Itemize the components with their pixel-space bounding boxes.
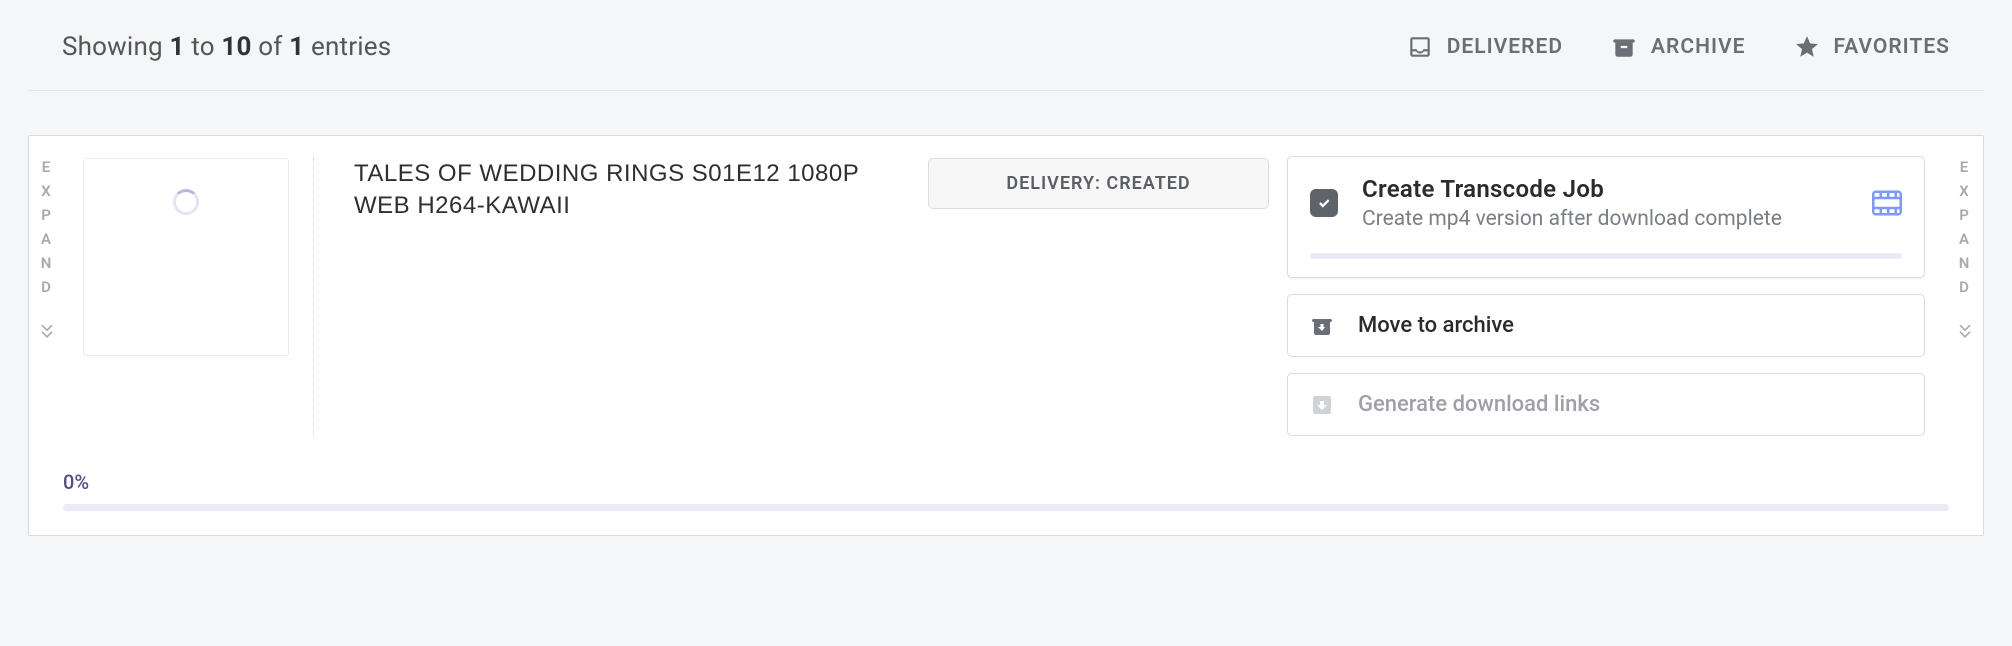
filter-delivered[interactable]: DELIVERED bbox=[1407, 34, 1563, 60]
showing-to-word: to bbox=[185, 32, 222, 62]
action-archive[interactable]: Move to archive bbox=[1287, 294, 1925, 357]
action-transcode-subtitle: Create mp4 version after download comple… bbox=[1362, 207, 1848, 231]
star-icon bbox=[1794, 34, 1820, 60]
filter-row: DELIVERED ARCHIVE FAVORITES bbox=[1407, 34, 1950, 60]
chevron-double-down-icon bbox=[37, 320, 57, 342]
filter-archive[interactable]: ARCHIVE bbox=[1611, 34, 1745, 60]
filter-archive-label: ARCHIVE bbox=[1651, 35, 1745, 59]
archive-icon bbox=[1611, 34, 1637, 60]
download-icon bbox=[1310, 393, 1334, 417]
progress-percent: 0% bbox=[63, 470, 1949, 494]
showing-from: 1 bbox=[169, 32, 184, 62]
top-bar: Showing 1 to 10 of 1 entries DELIVERED A… bbox=[28, 24, 1984, 91]
filter-delivered-label: DELIVERED bbox=[1447, 35, 1563, 59]
showing-total: 1 bbox=[289, 32, 304, 62]
showing-of-word: of bbox=[252, 32, 290, 62]
action-transcode-title: Create Transcode Job bbox=[1362, 175, 1848, 203]
filter-favorites[interactable]: FAVORITES bbox=[1794, 34, 1951, 60]
expand-right[interactable]: E X P A N D bbox=[1947, 136, 1983, 342]
progress-bar bbox=[63, 504, 1949, 511]
action-downloads-label: Generate download links bbox=[1358, 392, 1600, 417]
action-archive-label: Move to archive bbox=[1358, 313, 1514, 338]
status-badge: DELIVERY: CREATED bbox=[928, 158, 1269, 209]
delivery-card: E X P A N D TALES OF WEDDING RINGS S01E1… bbox=[28, 135, 1984, 536]
archive-box-icon bbox=[1310, 314, 1334, 338]
action-transcode[interactable]: Create Transcode Job Create mp4 version … bbox=[1287, 156, 1925, 278]
entries-summary: Showing 1 to 10 of 1 entries bbox=[62, 32, 391, 62]
actions-panel: Create Transcode Job Create mp4 version … bbox=[1287, 136, 1947, 458]
expand-left[interactable]: E X P A N D bbox=[29, 136, 65, 342]
showing-suffix: entries bbox=[304, 32, 391, 62]
chevron-double-down-icon bbox=[1955, 320, 1975, 342]
loading-spinner-icon bbox=[173, 189, 199, 215]
item-title: TALES OF WEDDING RINGS S01E12 1080P WEB … bbox=[354, 158, 884, 223]
checkbox-checked-icon[interactable] bbox=[1310, 189, 1338, 217]
showing-to: 10 bbox=[221, 32, 251, 62]
filter-favorites-label: FAVORITES bbox=[1834, 35, 1951, 59]
thumbnail bbox=[83, 158, 289, 356]
showing-prefix: Showing bbox=[62, 32, 169, 62]
inbox-icon bbox=[1407, 34, 1433, 60]
action-transcode-progress bbox=[1310, 253, 1902, 259]
action-downloads[interactable]: Generate download links bbox=[1287, 373, 1925, 436]
film-icon bbox=[1872, 190, 1902, 216]
card-footer: 0% bbox=[29, 458, 1983, 535]
